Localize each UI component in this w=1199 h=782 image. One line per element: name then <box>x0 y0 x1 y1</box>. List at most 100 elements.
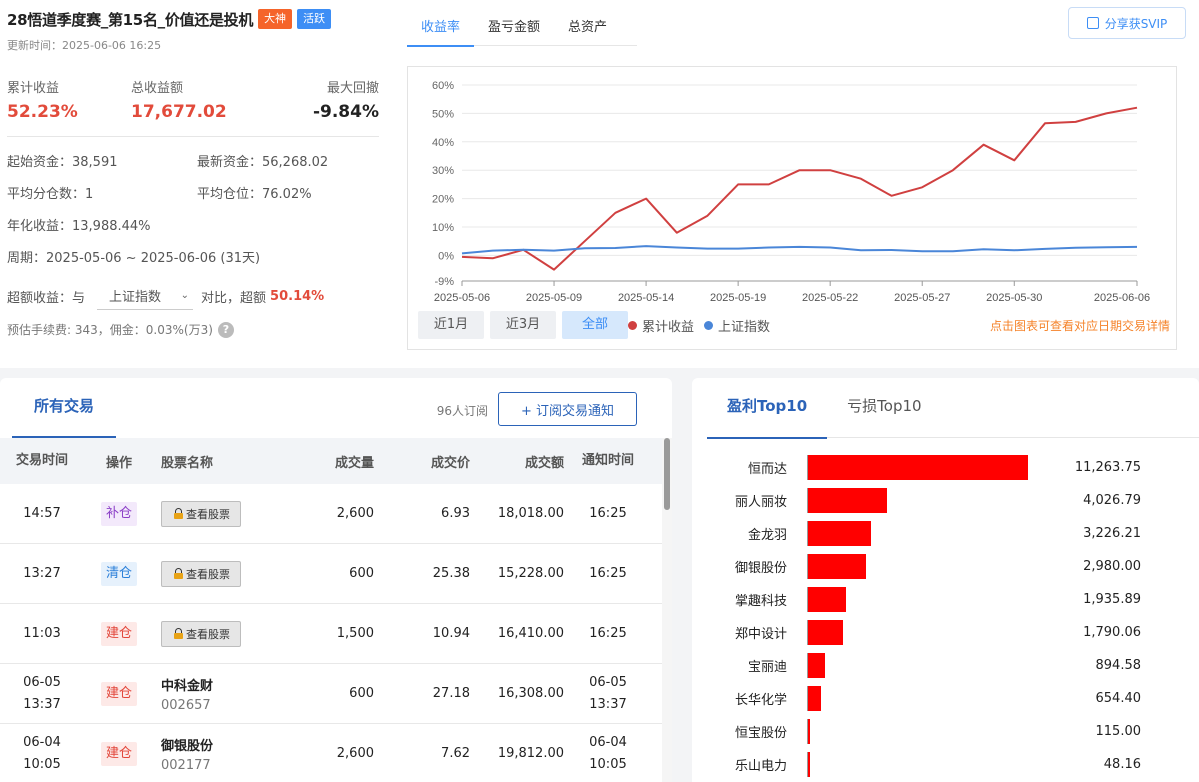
trade-price: 6.93 <box>441 506 470 521</box>
active-badge: 活跃 <box>297 9 332 29</box>
top10-value: 4,026.79 <box>1083 493 1141 508</box>
x-tick-label: 2025-05-27 <box>894 292 950 304</box>
top10-bar-track <box>807 554 1033 579</box>
chart-hint: 点击图表可查看对应日期交易详情 <box>989 319 1170 333</box>
top10-row: 恒宝股份 115.00 <box>692 715 1199 748</box>
return-chart[interactable]: 60% 50% 40% 30% 20% 10% 0% -9% 2025-05-06 2025-0… <box>407 66 1177 350</box>
top10-bar-track <box>807 620 1033 645</box>
series-line-cum-return[interactable] <box>461 106 1138 271</box>
top10-bar-track <box>807 686 1033 711</box>
view-stock-button[interactable]: 查看股票 <box>161 500 241 527</box>
top10-bar[interactable] <box>808 455 1028 480</box>
help-icon[interactable]: ? <box>217 321 234 338</box>
view-stock-button[interactable]: 查看股票 <box>161 560 241 587</box>
y-tick-label: 60% <box>432 80 454 92</box>
index-select[interactable]: 上证指数 ⌄ <box>97 282 194 310</box>
trade-time: 06-04 10:05 <box>23 734 61 772</box>
legend-dot <box>628 320 637 330</box>
period: 周期：2025-05-06 ~ 2025-06-06 (31天) <box>7 251 261 266</box>
share-icon <box>1086 17 1099 29</box>
trade-qty: 600 <box>349 566 374 581</box>
top10-value: 654.40 <box>1095 691 1142 706</box>
range-1m-button[interactable]: 近1月 <box>418 311 484 339</box>
x-tick-label: 2025-05-22 <box>802 292 858 304</box>
tab-all-trades[interactable]: 所有交易 <box>12 378 116 438</box>
notify-time: 06-05 13:37 <box>589 674 627 712</box>
top10-row: 恒而达 11,263.75 <box>692 451 1199 484</box>
top10-panel: 盈利Top10 亏损Top10 恒而达 11,263.75 丽人丽妆 4,026.79… <box>692 378 1199 782</box>
view-stock-button[interactable]: 查看股票 <box>161 620 241 647</box>
avg-position: 平均仓位：76.02% <box>197 187 312 202</box>
top10-bar[interactable] <box>808 554 867 579</box>
legend-item-index[interactable]: 上证指数 <box>704 316 770 335</box>
table-row: 06-05 13:37 建仓 中科金财 002657 600 27.18 16,308.00 0… <box>0 664 662 724</box>
tab-profit-amount[interactable]: 盈亏金额 <box>474 0 554 46</box>
tab-profit-top10[interactable]: 盈利Top10 <box>707 378 828 439</box>
table-row: 14:57 补仓 查看股票 2,600 6.93 18,018.00 16:25 <box>0 484 662 544</box>
tab-loss-top10[interactable]: 亏损Top10 <box>827 378 941 438</box>
y-tick-label: 0% <box>438 250 454 262</box>
notify-time: 06-04 10:05 <box>589 734 627 772</box>
scrollbar-thumb[interactable] <box>664 438 670 510</box>
notify-time: 16:25 <box>589 565 627 581</box>
top10-row: 掌趣科技 1,935.89 <box>692 583 1199 616</box>
top10-bar[interactable] <box>808 719 811 744</box>
stock-name[interactable]: 御银股份 <box>161 735 304 754</box>
operation-badge: 清仓 <box>100 561 137 586</box>
trades-header: 所有交易 96人订阅 + 订阅交易通知 <box>0 378 672 438</box>
series-line-index[interactable] <box>461 245 1138 255</box>
top10-row: 郑中设计 1,790.06 <box>692 616 1199 649</box>
avg-splits: 平均分仓数：1 <box>7 187 94 202</box>
lock-icon <box>174 568 183 579</box>
annualized-return: 年化收益：13,988.44% <box>7 219 151 234</box>
y-tick-label: 30% <box>432 165 454 177</box>
top10-bar[interactable] <box>808 521 871 546</box>
trade-qty: 1,500 <box>336 626 374 641</box>
trades-table-body: 14:57 补仓 查看股票 2,600 6.93 18,018.00 16:25 13:27 清… <box>0 484 662 782</box>
top10-bar-track <box>807 521 1033 546</box>
top10-bar[interactable] <box>808 620 843 645</box>
top10-value: 1,790.06 <box>1083 625 1141 640</box>
account-info-panel: 28悟道季度赛_第15名_价值还是投机 大神 活跃 更新时间：2025-06-0… <box>0 0 395 368</box>
top10-bar[interactable] <box>808 488 887 513</box>
trade-amount: 15,228.00 <box>497 566 564 581</box>
chevron-down-icon: ⌄ <box>180 290 190 301</box>
tab-return-rate[interactable]: 收益率 <box>407 0 475 47</box>
chart-svg[interactable]: 60% 50% 40% 30% 20% 10% 0% -9% 2025-05-06 2025-0… <box>408 67 1178 351</box>
lock-icon <box>174 508 183 519</box>
trade-price: 27.18 <box>432 686 470 701</box>
scrollbar[interactable] <box>662 438 672 782</box>
x-tick-label: 2025-05-30 <box>986 292 1042 304</box>
top10-bar[interactable] <box>808 653 826 678</box>
stock-name[interactable]: 中科金财 <box>161 675 304 694</box>
master-badge: 大神 <box>258 9 293 29</box>
top10-tabs: 盈利Top10 亏损Top10 <box>707 378 1199 439</box>
subscribe-button[interactable]: + 订阅交易通知 <box>498 392 637 426</box>
trade-qty: 600 <box>349 686 374 701</box>
range-all-button[interactable]: 全部 <box>562 311 628 339</box>
top10-stock-name: 宝丽迪 <box>747 660 787 675</box>
stat-max-drawdown: 最大回撤 -9.84% <box>312 81 379 122</box>
top10-bar[interactable] <box>808 752 810 777</box>
top10-bar[interactable] <box>808 587 846 612</box>
top10-bar-track <box>807 752 1033 777</box>
notify-time: 16:25 <box>589 505 627 521</box>
range-3m-button[interactable]: 近3月 <box>490 311 556 339</box>
top10-bar-track <box>807 719 1033 744</box>
range-buttons: 近1月 近3月 全部 <box>418 311 634 339</box>
x-tick-label: 2025-05-19 <box>710 292 766 304</box>
top10-stock-name: 恒而达 <box>747 462 787 477</box>
excess-return-row: 超额收益： 与 上证指数 ⌄ 对比，超额 50.14% <box>7 277 387 315</box>
tab-total-assets[interactable]: 总资产 <box>554 0 621 46</box>
top10-value: 11,263.75 <box>1074 460 1141 475</box>
top10-stock-name: 掌趣科技 <box>734 594 787 609</box>
table-row: 13:27 清仓 查看股票 600 25.38 15,228.00 16:25 <box>0 544 662 604</box>
chart-panel: 收益率 盈亏金额 总资产 分享获SVIP 60% 50% 40% 30% 20% 10% 0… <box>395 0 1199 368</box>
y-tick-label: 10% <box>432 222 454 234</box>
top10-row: 丽人丽妆 4,026.79 <box>692 484 1199 517</box>
share-svip-button[interactable]: 分享获SVIP <box>1068 7 1186 39</box>
top10-stock-name: 金龙羽 <box>747 528 787 543</box>
y-tick-label: -9% <box>434 276 454 288</box>
top10-bar[interactable] <box>808 686 821 711</box>
legend-item-cum-return[interactable]: 累计收益 <box>628 316 694 335</box>
